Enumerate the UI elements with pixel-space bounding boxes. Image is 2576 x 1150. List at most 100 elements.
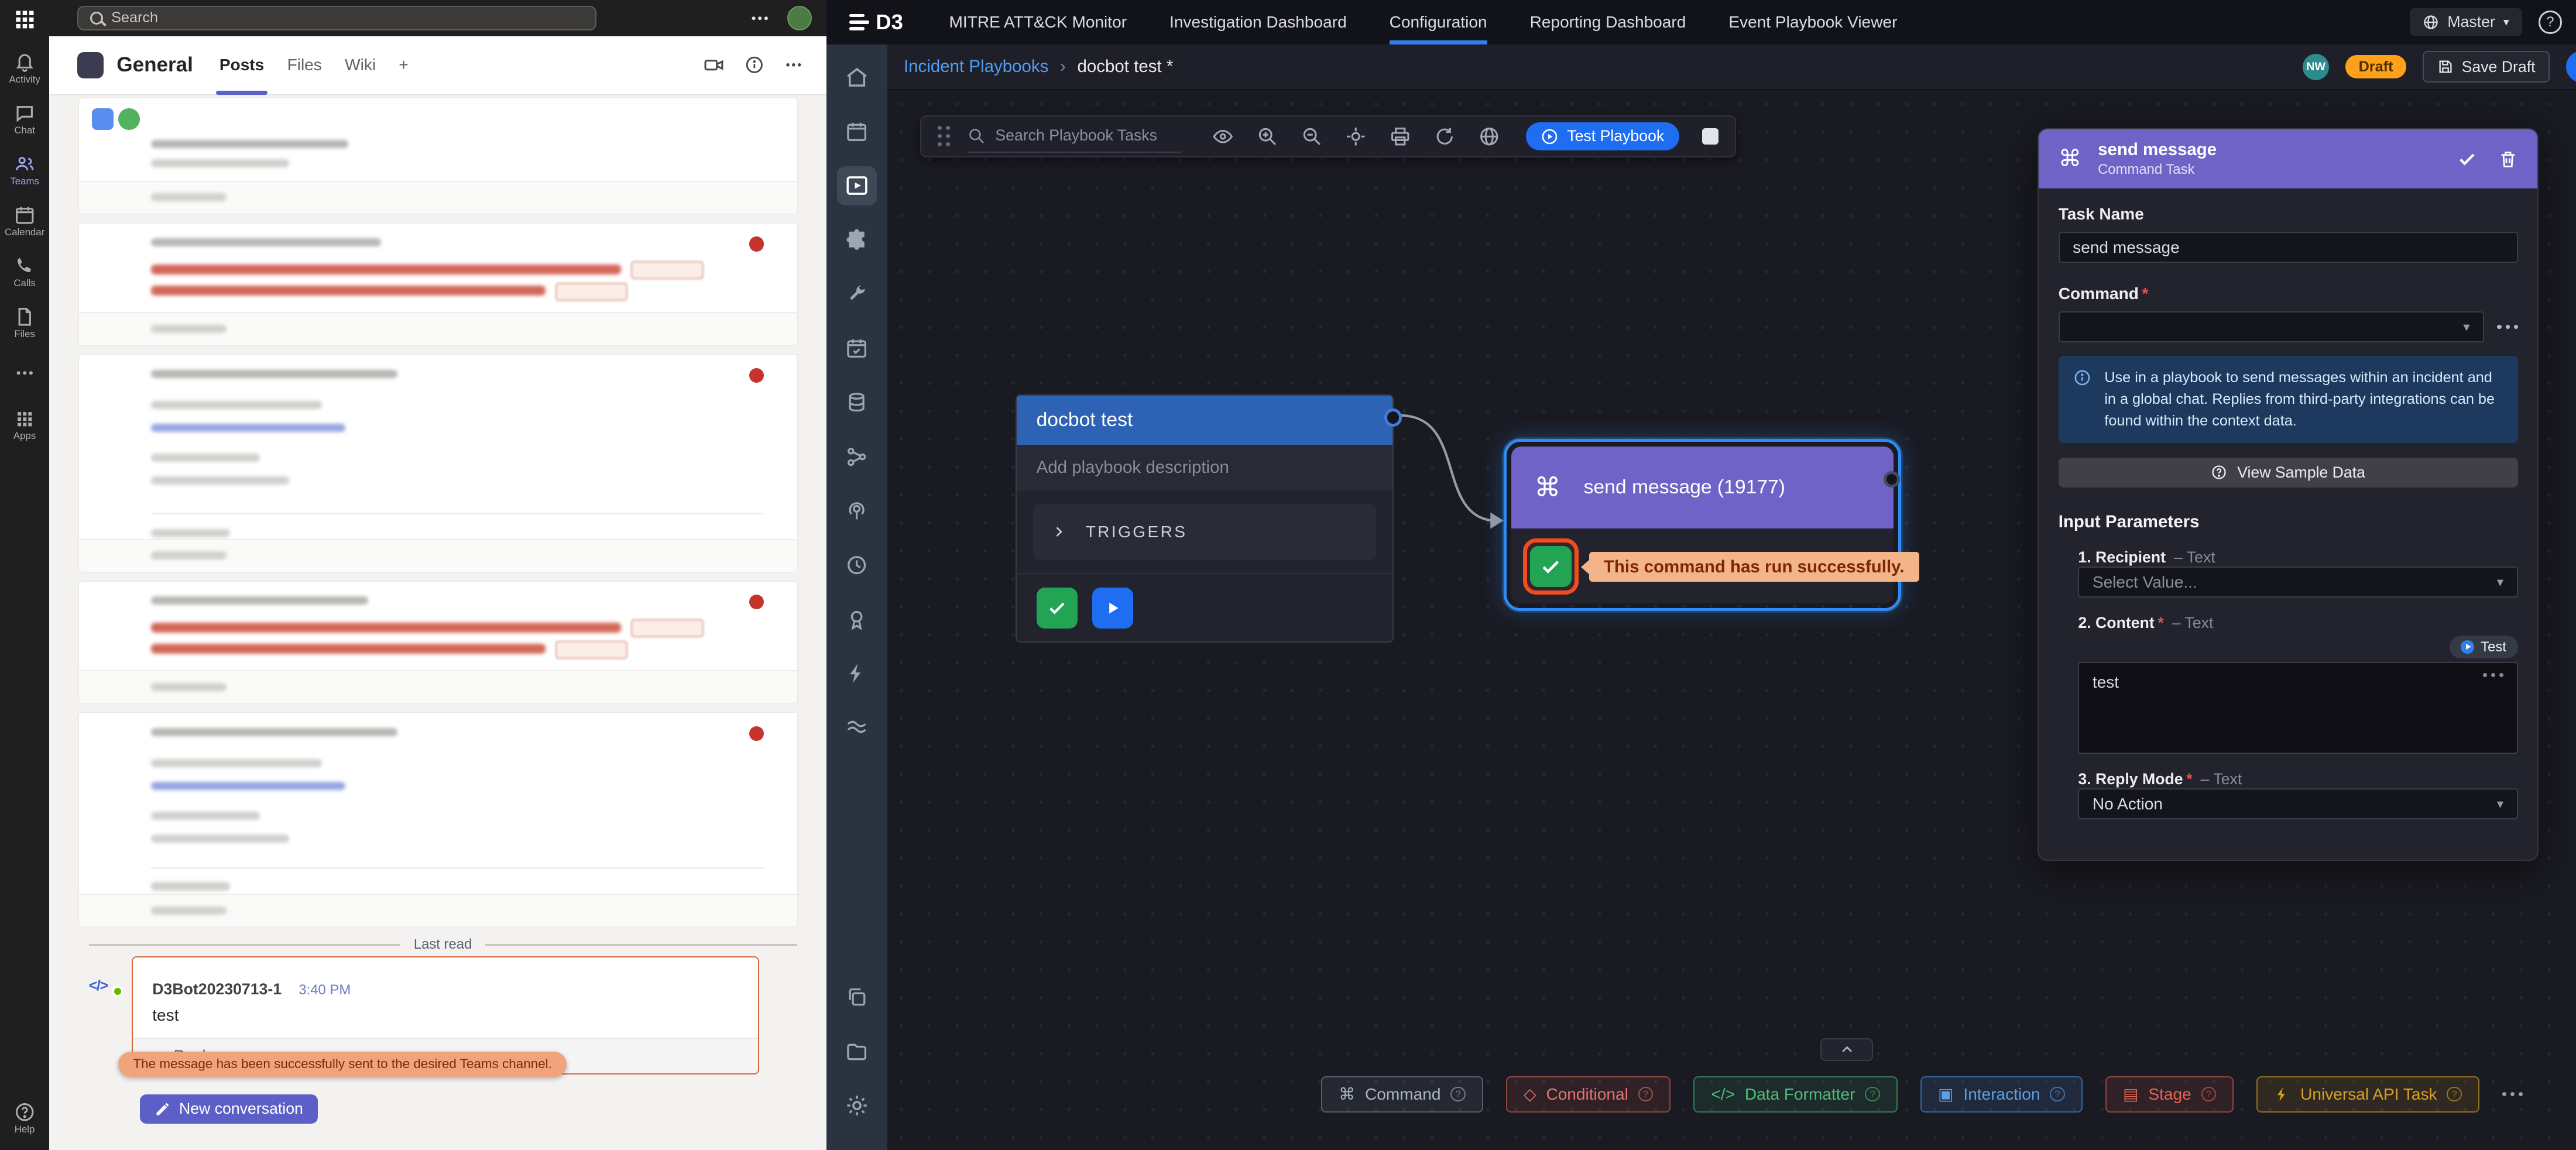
sidebar-icon-home[interactable] xyxy=(837,57,876,97)
palette-stage[interactable]: ▤ Stage ? xyxy=(2105,1076,2234,1113)
palette-data-formatter[interactable]: </> Data Formatter ? xyxy=(1693,1076,1897,1113)
palette-command[interactable]: ⌘ Command ? xyxy=(1321,1076,1483,1113)
sidebar-icon-copy[interactable] xyxy=(837,977,876,1017)
output-connector[interactable] xyxy=(1384,408,1402,427)
recipient-select[interactable]: Select Value... ▾ xyxy=(2078,567,2517,598)
sidebar-icon-calendar[interactable] xyxy=(837,112,876,151)
test-parameter-button[interactable]: Test xyxy=(2450,636,2518,658)
test-playbook-button[interactable]: Test Playbook xyxy=(1526,122,1679,150)
rail-item-activity[interactable]: Activity xyxy=(0,43,49,94)
breadcrumb-parent[interactable]: Incident Playbooks xyxy=(904,57,1048,77)
rail-item-calendar[interactable]: Calendar xyxy=(0,195,49,246)
blurred-message-card[interactable] xyxy=(79,713,797,926)
tab-posts[interactable]: Posts xyxy=(219,36,264,95)
sidebar-icon-integrations[interactable] xyxy=(837,220,876,259)
task-name-input[interactable]: send message xyxy=(2059,232,2518,263)
sidebar-icon-signals[interactable] xyxy=(837,708,876,747)
rail-item-teams[interactable]: Teams xyxy=(0,145,49,195)
rail-item-apps[interactable]: Apps xyxy=(0,399,49,450)
team-avatar[interactable] xyxy=(77,52,104,78)
sidebar-icon-utilities[interactable] xyxy=(837,274,876,314)
meet-camera-icon[interactable] xyxy=(704,54,725,75)
sidebar-icon-settings[interactable] xyxy=(837,1086,876,1125)
blurred-message-card[interactable] xyxy=(79,224,797,345)
playbook-run-button[interactable] xyxy=(1092,588,1133,629)
reply-strip[interactable] xyxy=(79,894,797,926)
center-view-button[interactable] xyxy=(1334,126,1378,147)
zoom-in-button[interactable] xyxy=(1245,126,1289,147)
visibility-button[interactable] xyxy=(1200,126,1245,147)
sidebar-icon-webhooks[interactable] xyxy=(837,491,876,530)
sidebar-icon-file-manager[interactable] xyxy=(837,1032,876,1071)
playbook-run-success-button[interactable] xyxy=(1037,588,1078,629)
confirm-icon[interactable] xyxy=(2457,149,2477,169)
refresh-button[interactable] xyxy=(1422,126,1467,147)
tab-files[interactable]: Files xyxy=(287,36,322,95)
help-button[interactable]: ? xyxy=(2539,11,2561,33)
palette-interaction[interactable]: ▣ Interaction ? xyxy=(1920,1076,2083,1113)
channel-more-icon[interactable] xyxy=(784,55,804,75)
environment-selector[interactable]: Master ▾ xyxy=(2410,8,2522,36)
command-more-button[interactable] xyxy=(2497,325,2517,329)
submit-button[interactable]: + S xyxy=(2566,51,2576,82)
task-output-connector[interactable] xyxy=(1884,471,1900,488)
titlebar-more-icon[interactable] xyxy=(749,8,770,29)
channel-info-icon[interactable] xyxy=(745,55,764,75)
drag-handle[interactable] xyxy=(938,126,951,147)
task-search-input[interactable]: Search Playbook Tasks xyxy=(968,120,1181,153)
palette-universal-api-task[interactable]: Universal API Task ? xyxy=(2256,1076,2479,1113)
task-node-selected[interactable]: ⌘ send message (19177) xyxy=(1504,439,1901,612)
tab-wiki[interactable]: Wiki xyxy=(345,36,376,95)
reply-strip[interactable] xyxy=(79,181,797,214)
rail-item-help[interactable]: Help xyxy=(0,1093,49,1144)
command-select[interactable]: ▾ xyxy=(2059,311,2484,342)
reply-strip[interactable] xyxy=(79,312,797,345)
playbook-canvas[interactable]: Search Playbook Tasks Test Playbook docb… xyxy=(887,90,2576,1150)
d3-logo[interactable]: D3 xyxy=(849,10,903,35)
sidebar-icon-playbooks[interactable] xyxy=(837,166,876,205)
new-conversation-button[interactable]: New conversation xyxy=(140,1094,318,1124)
add-tab-button[interactable]: + xyxy=(399,36,408,95)
sidebar-icon-certificates[interactable] xyxy=(837,600,876,639)
print-button[interactable] xyxy=(1378,126,1422,147)
nav-item-reporting-dashboard[interactable]: Reporting Dashboard xyxy=(1530,0,1686,44)
sidebar-icon-connections[interactable] xyxy=(837,437,876,476)
sidebar-icon-schedules[interactable] xyxy=(837,328,876,368)
reply-strip[interactable] xyxy=(79,539,797,572)
globe-button[interactable] xyxy=(1467,126,1511,147)
rail-item-chat[interactable]: Chat xyxy=(0,94,49,145)
zoom-out-button[interactable] xyxy=(1289,126,1334,147)
profile-avatar[interactable] xyxy=(787,6,812,30)
rail-item-calls[interactable]: Calls xyxy=(0,246,49,297)
content-more-button[interactable] xyxy=(2483,673,2503,677)
triggers-section[interactable]: TRIGGERS xyxy=(1033,504,1376,559)
reply-strip[interactable] xyxy=(79,670,797,703)
nav-item-event-playbook-viewer[interactable]: Event Playbook Viewer xyxy=(1728,0,1897,44)
nav-item-configuration[interactable]: Configuration xyxy=(1390,0,1487,44)
palette-conditional[interactable]: ◇ Conditional ? xyxy=(1506,1076,1671,1113)
blurred-message-card[interactable] xyxy=(79,355,797,572)
stop-test-button[interactable] xyxy=(1702,128,1719,145)
task-node-header[interactable]: ⌘ send message (19177) xyxy=(1511,447,1894,528)
content-textarea[interactable]: test xyxy=(2078,662,2517,754)
expand-panel-button[interactable] xyxy=(1820,1038,1873,1061)
rail-item-files[interactable]: Files xyxy=(0,297,49,348)
reply-mode-select[interactable]: No Action ▾ xyxy=(2078,788,2517,819)
view-sample-data-button[interactable]: View Sample Data xyxy=(2059,458,2518,488)
palette-more-button[interactable] xyxy=(2502,1092,2523,1096)
sidebar-icon-scheduler[interactable] xyxy=(837,545,876,585)
message-list[interactable]: Last read </> D3Bot20230713-1 3:40 PM te… xyxy=(49,95,826,1150)
nav-item-investigation-dashboard[interactable]: Investigation Dashboard xyxy=(1169,0,1347,44)
playbook-root-node[interactable]: docbot test Add playbook description TRI… xyxy=(1016,394,1394,643)
rail-item-more[interactable] xyxy=(0,348,49,399)
sidebar-icon-data-sources[interactable] xyxy=(837,383,876,422)
nav-item-mitre-monitor[interactable]: MITRE ATT&CK Monitor xyxy=(949,0,1127,44)
playbook-description-field[interactable]: Add playbook description xyxy=(1017,445,1392,491)
save-draft-button[interactable]: Save Draft xyxy=(2423,51,2550,82)
blurred-message-card[interactable] xyxy=(79,582,797,703)
blurred-message-card[interactable] xyxy=(79,98,797,214)
teams-search-input[interactable]: Search xyxy=(77,6,596,30)
user-avatar[interactable]: NW xyxy=(2303,54,2329,80)
sidebar-icon-triggers[interactable] xyxy=(837,654,876,693)
waffle-menu-icon[interactable] xyxy=(12,6,38,33)
